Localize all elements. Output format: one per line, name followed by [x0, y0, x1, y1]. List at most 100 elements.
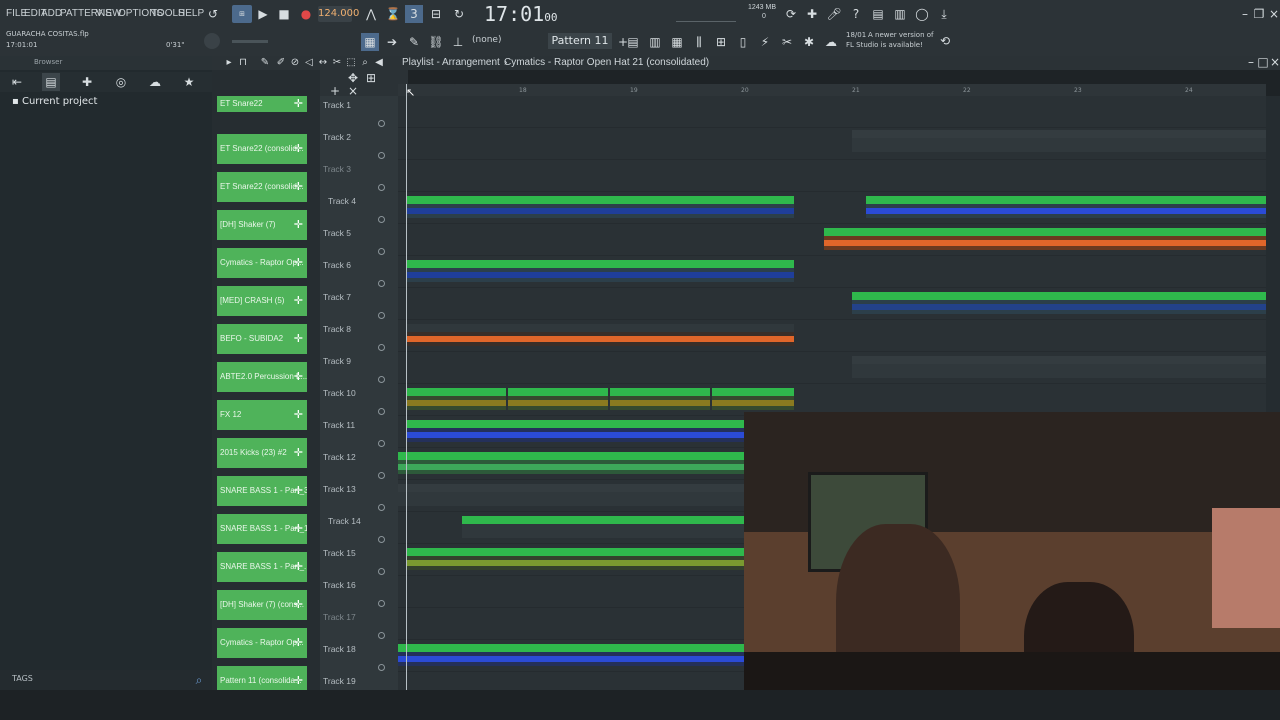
track-mute-toggle[interactable] [378, 120, 385, 127]
channel-add-icon[interactable]: ✛ [294, 286, 303, 316]
master-volume-knob[interactable] [204, 33, 220, 49]
menu-help[interactable]: HELP [178, 8, 204, 19]
playlist-clip[interactable]: ABTE2.0 Percussion Loop 01 [406, 548, 744, 570]
collapse-icon[interactable]: ⇤ [8, 73, 26, 91]
track-mute-toggle[interactable] [378, 536, 385, 543]
playlist-clip[interactable]: Loop Full 2 NO Kick 128BPM [406, 388, 506, 410]
menu-add[interactable]: ADD [41, 8, 62, 19]
track-name[interactable]: Track 2 [323, 132, 351, 142]
download-icon[interactable]: ⤓ [935, 5, 953, 23]
track-name[interactable]: Track 11 [323, 420, 355, 430]
track-mute-toggle[interactable] [378, 344, 385, 351]
mic-icon[interactable]: 🎤︎ [825, 5, 843, 23]
track-mute-toggle[interactable] [378, 216, 385, 223]
channel-button[interactable]: ET Snare22 ✛ [217, 96, 307, 112]
playlist-clip[interactable]: Pattern 11 [852, 356, 1266, 378]
plug-icon[interactable]: ⚡︎ [756, 33, 774, 51]
chat-icon[interactable]: ◯ [913, 5, 931, 23]
track-name[interactable]: Track 16 [323, 580, 356, 590]
stop-icon[interactable]: ■ [275, 5, 293, 23]
channel-button[interactable]: FX 12 ✛ [217, 400, 307, 430]
playlist-clip[interactable]: TOSCA_LIBRERIA_FX 5_UP_11 [398, 644, 744, 666]
channel-add-icon[interactable]: ✛ [294, 248, 303, 278]
channel-add-icon[interactable]: ✛ [294, 590, 303, 620]
track-mute-toggle[interactable] [378, 632, 385, 639]
files-icon[interactable]: ▤ [42, 73, 60, 91]
track-name[interactable]: Track 14 [328, 516, 361, 526]
playlist-clip[interactable]: Cymatics - Raptor Open Hat 21 (consolida… [406, 196, 794, 218]
plugin-db-icon[interactable]: ✚ [78, 73, 96, 91]
arrow-icon[interactable]: ➔ [383, 33, 401, 51]
track-name[interactable]: Track 9 [323, 356, 351, 366]
browser-icon[interactable]: ▯ [734, 33, 752, 51]
channel-add-icon[interactable]: ✛ [294, 400, 303, 430]
playlist-clip[interactable] [866, 196, 1266, 218]
track-name[interactable]: Track 17 [323, 612, 356, 622]
channel-add-icon[interactable]: ✛ [294, 438, 303, 468]
track-name[interactable]: Track 4 [328, 196, 356, 206]
channel-button[interactable]: [DH] Shaker (7) ✛ [217, 210, 307, 240]
cloud-icon[interactable]: ☁ [822, 33, 840, 51]
grid-icon[interactable]: ⊞ [362, 69, 380, 87]
link-icon[interactable]: ⛓ [427, 33, 445, 51]
track-name[interactable]: Track 3 [323, 164, 351, 174]
track-name[interactable]: Track 19 [323, 676, 356, 686]
playlist-clip[interactable]: Loop F 28BPM [712, 388, 794, 410]
close-icon[interactable]: × [1265, 5, 1280, 23]
channel-add-icon[interactable]: ✛ [294, 324, 303, 354]
channel-button[interactable]: SNARE BASS 1 - Part_3 ✛ [217, 476, 307, 506]
playlist-clip[interactable]: [DH] Shaker (7) (consolidated) [406, 260, 794, 282]
channel-rack-icon[interactable]: ▥ [646, 33, 664, 51]
playlist-clip[interactable]: Pattern 11 (consolidated) [406, 324, 794, 346]
track-mute-toggle[interactable] [378, 248, 385, 255]
channel-add-icon[interactable]: ✛ [294, 628, 303, 658]
cloud-browser-icon[interactable]: ☁ [146, 73, 164, 91]
pencil-icon[interactable]: ✎ [405, 33, 423, 51]
channel-button[interactable]: [MED] CRASH (5) ✛ [217, 286, 307, 316]
track-mute-toggle[interactable] [378, 280, 385, 287]
metronome-icon[interactable]: ⋀ [362, 5, 380, 23]
fx-icon[interactable]: ✱ [800, 33, 818, 51]
countdown-icon[interactable]: 3 [405, 5, 423, 23]
master-pitch-slider[interactable] [232, 40, 268, 43]
play-icon[interactable]: ▶ [254, 5, 272, 23]
channel-button[interactable]: Cymatics - Raptor Op... ✛ [217, 628, 307, 658]
track-mute-toggle[interactable] [378, 504, 385, 511]
timeline-ruler[interactable] [398, 84, 1266, 96]
channel-button[interactable]: ABTE2.0 Percussion L... ✛ [217, 362, 307, 392]
tools-icon[interactable]: ✂ [778, 33, 796, 51]
browser-current-project[interactable]: ▪ Current project [12, 96, 97, 107]
track-mute-toggle[interactable] [378, 600, 385, 607]
playlist-clip[interactable]: Loop Full 2 NO Kick 128BPM [508, 388, 608, 410]
playlist-clip[interactable]: clap (14) [852, 130, 1266, 152]
playlist-clip[interactable]: Loop Full 2 NO Kick 128BPM [610, 388, 710, 410]
channel-add-icon[interactable]: ✛ [294, 134, 303, 164]
channel-add-icon[interactable]: ✛ [294, 362, 303, 392]
channel-add-icon[interactable]: ✛ [294, 476, 303, 506]
step-edit-icon[interactable]: ⊟ [427, 5, 445, 23]
channel-button[interactable]: BEFO - SUBIDA2 ✛ [217, 324, 307, 354]
track-name[interactable]: Track 13 [323, 484, 356, 494]
help-icon[interactable]: ? [847, 5, 865, 23]
channel-button[interactable]: ET Snare22 (consolid... ✛ [217, 134, 307, 164]
track-mute-toggle[interactable] [378, 568, 385, 575]
panel-close-icon[interactable]: × [1266, 53, 1280, 71]
playlist-icon[interactable]: ▤ [624, 33, 642, 51]
channel-button[interactable]: Cymatics - Raptor Op... ✛ [217, 248, 307, 278]
track-mute-toggle[interactable] [378, 440, 385, 447]
refresh-icon[interactable]: ⟳ [782, 5, 800, 23]
track-mute-toggle[interactable] [378, 152, 385, 159]
channel-button[interactable]: [DH] Shaker (7) (cons... ✛ [217, 590, 307, 620]
channel-button[interactable]: SNARE BASS 1 - Part_... ✛ [217, 552, 307, 582]
record-icon[interactable]: ● [297, 5, 315, 23]
channel-add-icon[interactable]: ✛ [294, 514, 303, 544]
channel-button[interactable]: 2015 Kicks (23) #2 ✛ [217, 438, 307, 468]
track-name[interactable]: Track 7 [323, 292, 351, 302]
wait-icon[interactable]: ⌛ [384, 5, 402, 23]
star-icon[interactable]: ★ [180, 73, 198, 91]
track-name[interactable]: Track 1 [323, 100, 351, 110]
piano-roll-icon[interactable]: ▦ [668, 33, 686, 51]
pattern-selector[interactable]: Pattern 11 [548, 33, 612, 49]
track-name[interactable]: Track 18 [323, 644, 356, 654]
channel-button[interactable]: ET Snare22 (consolid... ✛ [217, 172, 307, 202]
